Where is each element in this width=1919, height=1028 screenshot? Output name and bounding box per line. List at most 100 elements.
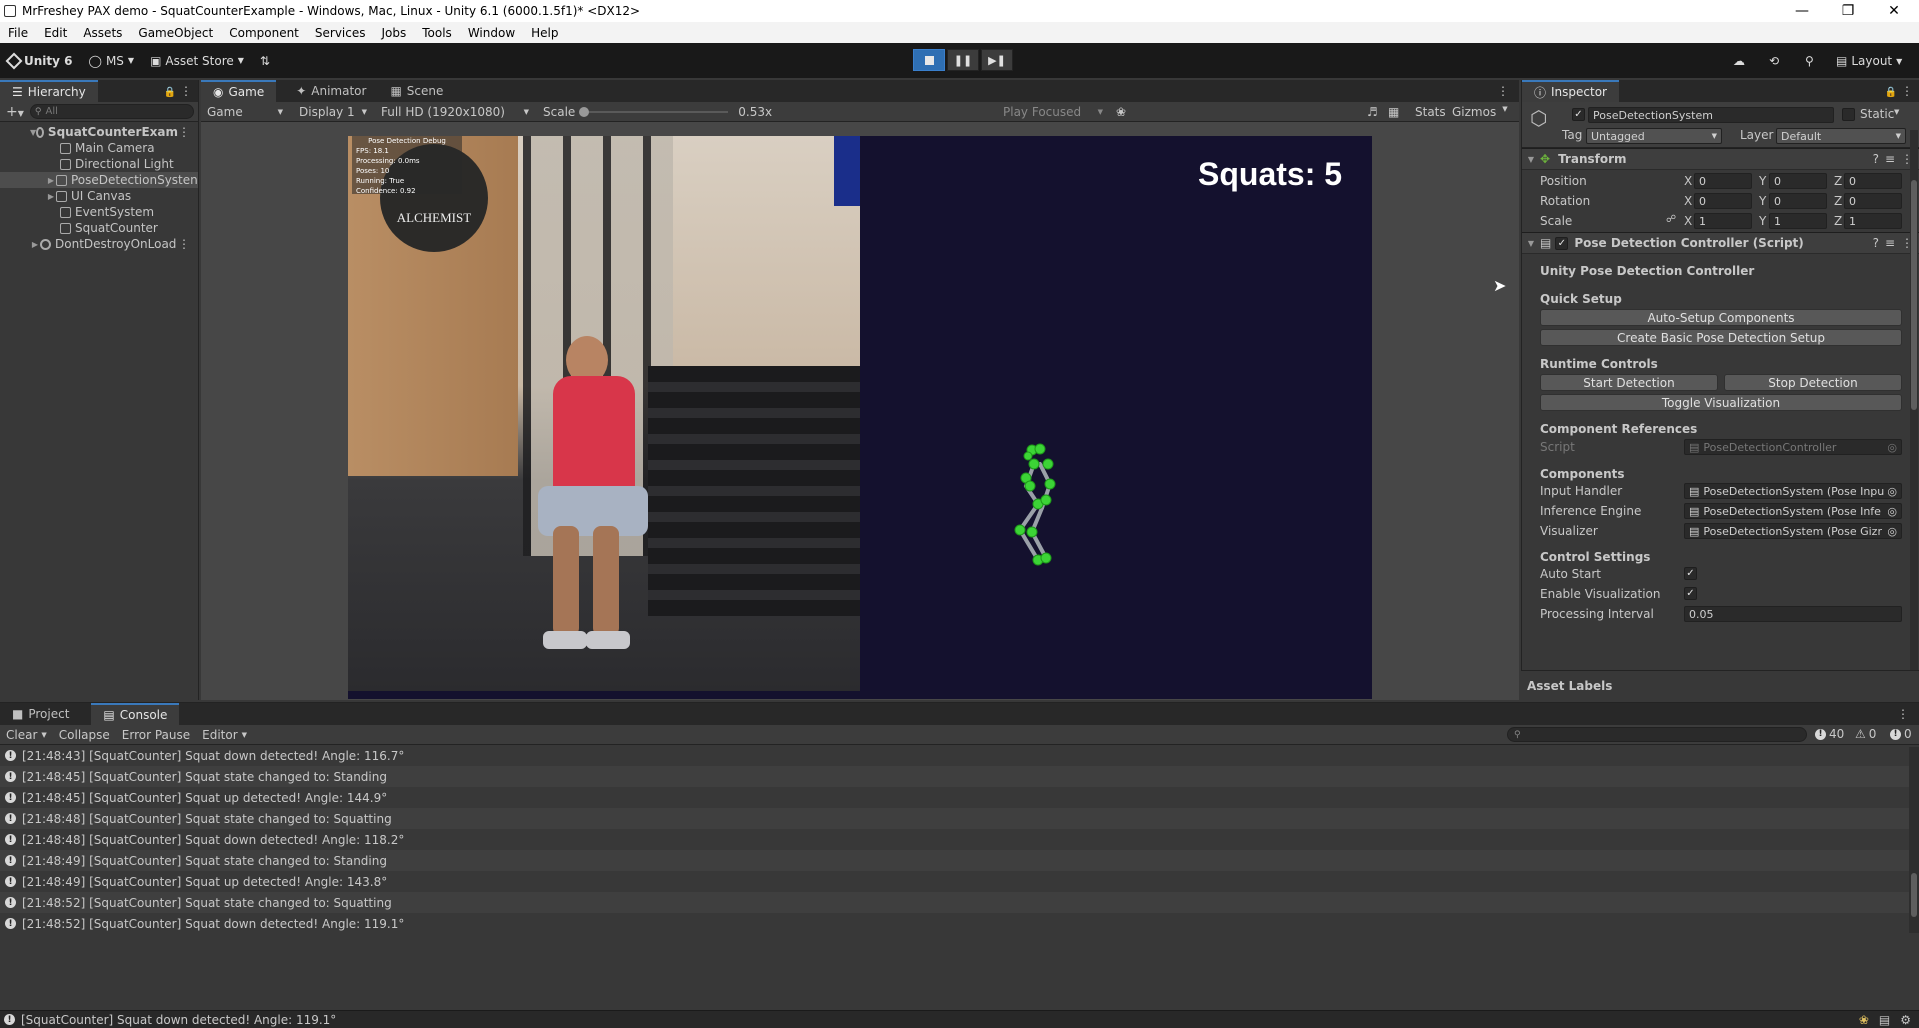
- preset-icon[interactable]: ≡: [1885, 152, 1895, 166]
- editor-dropdown[interactable]: Editor ▼: [196, 726, 253, 744]
- play-focus-dropdown[interactable]: Play Focused ▼: [997, 103, 1109, 121]
- tag-dropdown[interactable]: Untagged ▼: [1586, 128, 1722, 144]
- audio-mute-icon[interactable]: ♬: [1367, 105, 1378, 119]
- chevron-down-icon[interactable]: ▼: [1526, 239, 1536, 248]
- hierarchy-item-ui-canvas[interactable]: ▶ UI Canvas: [0, 188, 198, 204]
- kebab-menu-icon[interactable]: ⋮: [1497, 84, 1509, 98]
- log-entry[interactable]: ! [21:48:43] [SquatCounter] Squat down de…: [0, 745, 1919, 766]
- position-z-field[interactable]: 0: [1844, 173, 1902, 189]
- preset-icon[interactable]: ≡: [1885, 236, 1895, 250]
- menu-assets[interactable]: Assets: [75, 26, 130, 40]
- menu-services[interactable]: Services: [307, 26, 374, 40]
- scale-y-field[interactable]: 1: [1769, 213, 1827, 229]
- play-button[interactable]: [913, 49, 945, 71]
- collapse-toggle[interactable]: Collapse: [53, 726, 116, 744]
- menu-edit[interactable]: Edit: [36, 26, 75, 40]
- settings-icon[interactable]: ⚙: [1900, 1013, 1911, 1027]
- minimize-icon[interactable]: —: [1780, 0, 1824, 22]
- hierarchy-item-dontdestroy[interactable]: ▶ DontDestroyOnLoad ⋮: [0, 236, 198, 252]
- pause-button[interactable]: ❚❚: [947, 49, 979, 71]
- step-button[interactable]: ▶❚: [981, 49, 1013, 71]
- warning-count-toggle[interactable]: ⚠ 0: [1855, 727, 1876, 741]
- stats-toggle[interactable]: Stats: [1415, 105, 1446, 119]
- cloud-icon[interactable]: ☁: [1725, 49, 1753, 73]
- log-entry[interactable]: ! [21:48:45] [SquatCounter] Squat state c…: [0, 766, 1919, 787]
- object-name-field[interactable]: PoseDetectionSystem: [1588, 107, 1834, 123]
- chevron-down-icon[interactable]: ▼: [1894, 108, 1899, 116]
- position-x-field[interactable]: 0: [1694, 173, 1752, 189]
- account-dropdown[interactable]: ◯ MS ▼: [81, 49, 143, 73]
- visualizer-field[interactable]: ▤ PoseDetectionSystem (Pose Gizr ◎: [1684, 523, 1902, 539]
- tab-console[interactable]: ▤ Console: [91, 703, 180, 725]
- menu-component[interactable]: Component: [221, 26, 307, 40]
- log-entry[interactable]: ! [21:48:45] [SquatCounter] Squat up dete…: [0, 787, 1919, 808]
- aspect-icon[interactable]: ▦: [1388, 105, 1399, 119]
- tab-hierarchy[interactable]: ☰ Hierarchy: [0, 80, 98, 102]
- auto-start-checkbox[interactable]: ✓: [1684, 567, 1697, 580]
- menu-tools[interactable]: Tools: [414, 26, 460, 40]
- kebab-menu-icon[interactable]: ⋮: [1901, 84, 1913, 98]
- hierarchy-item-main-camera[interactable]: Main Camera: [0, 140, 198, 156]
- scale-x-field[interactable]: 1: [1694, 213, 1752, 229]
- scrollbar-thumb[interactable]: [1911, 180, 1917, 410]
- processing-interval-field[interactable]: 0.05: [1684, 606, 1902, 622]
- position-y-field[interactable]: 0: [1769, 173, 1827, 189]
- auto-setup-button[interactable]: Auto-Setup Components: [1540, 309, 1902, 326]
- target-icon[interactable]: ◎: [1887, 525, 1897, 538]
- tab-inspector[interactable]: ⓘ Inspector: [1522, 80, 1619, 102]
- chevron-down-icon[interactable]: ▼: [1526, 155, 1536, 164]
- hierarchy-item-event-system[interactable]: EventSystem: [0, 204, 198, 220]
- lock-icon[interactable]: 🔒: [164, 87, 176, 98]
- clear-dropdown[interactable]: Clear ▼: [0, 726, 53, 744]
- log-entry[interactable]: ! [21:48:52] [SquatCounter] Squat state c…: [0, 892, 1919, 913]
- chevron-right-icon[interactable]: ▶: [46, 176, 56, 185]
- maximize-icon[interactable]: ❐: [1826, 0, 1870, 22]
- console-scrollbar[interactable]: [1909, 747, 1919, 933]
- kebab-menu-icon[interactable]: ⋮: [180, 84, 192, 98]
- link-icon[interactable]: ☍: [1666, 214, 1676, 225]
- hierarchy-item-pose-detection[interactable]: ▶ PoseDetectionSysten: [0, 172, 198, 188]
- menu-jobs[interactable]: Jobs: [374, 26, 415, 40]
- console-search-input[interactable]: ⚲: [1507, 727, 1807, 742]
- chevron-right-icon[interactable]: ▶: [46, 192, 56, 201]
- scale-slider[interactable]: [579, 106, 729, 117]
- kebab-menu-icon[interactable]: ⋮: [1897, 707, 1909, 721]
- hierarchy-item-squat-counter[interactable]: SquatCounter: [0, 220, 198, 236]
- tab-project[interactable]: ■ Project: [0, 703, 81, 725]
- log-entry[interactable]: ! [21:48:48] [SquatCounter] Squat state c…: [0, 808, 1919, 829]
- scale-z-field[interactable]: 1: [1844, 213, 1902, 229]
- unity-menu-button[interactable]: Unity 6: [0, 49, 81, 73]
- create-basic-setup-button[interactable]: Create Basic Pose Detection Setup: [1540, 329, 1902, 346]
- hierarchy-item-scene[interactable]: ▼ SquatCounterExam ⋮: [0, 124, 198, 140]
- game-viewport[interactable]: ALCHEMIST Pose Detection Debug FPS: 18.1…: [348, 136, 1372, 699]
- asset-labels-bar[interactable]: Asset Labels: [1521, 670, 1919, 700]
- input-handler-field[interactable]: ▤ PoseDetectionSystem (Pose Inpu ◎: [1684, 483, 1902, 499]
- error-pause-toggle[interactable]: Error Pause: [116, 726, 196, 744]
- hierarchy-item-directional-light[interactable]: Directional Light: [0, 156, 198, 172]
- chevron-right-icon[interactable]: ▶: [30, 240, 40, 249]
- close-icon[interactable]: ✕: [1872, 0, 1916, 22]
- display-dropdown[interactable]: Display 1 ▼: [293, 103, 373, 121]
- bug-icon[interactable]: ❀: [1116, 105, 1126, 119]
- script-component-header[interactable]: ▼ ▤ ✓ Pose Detection Controller (Script)…: [1522, 232, 1919, 254]
- menu-gameobject[interactable]: GameObject: [130, 26, 221, 40]
- active-checkbox[interactable]: ✓: [1572, 108, 1585, 121]
- help-icon[interactable]: ?: [1873, 236, 1879, 250]
- layout-dropdown[interactable]: ▤ Layout ▼: [1828, 49, 1910, 73]
- lock-icon[interactable]: 🔒: [1885, 87, 1897, 98]
- tab-scene[interactable]: ▦ Scene: [378, 80, 455, 102]
- component-enabled-checkbox[interactable]: ✓: [1555, 236, 1569, 250]
- resolution-dropdown[interactable]: Full HD (1920x1080) ▼: [375, 103, 535, 121]
- network-icon[interactable]: ▤: [1879, 1013, 1890, 1027]
- menu-file[interactable]: File: [0, 26, 36, 40]
- search-input[interactable]: All: [45, 106, 57, 117]
- info-count-toggle[interactable]: ! 40: [1815, 727, 1844, 741]
- version-control-icon[interactable]: ⇅: [252, 49, 278, 73]
- menu-help[interactable]: Help: [523, 26, 566, 40]
- search-icon[interactable]: ⚲: [1797, 49, 1822, 73]
- rotation-y-field[interactable]: 0: [1769, 193, 1827, 209]
- stop-detection-button[interactable]: Stop Detection: [1724, 374, 1902, 391]
- rotation-z-field[interactable]: 0: [1844, 193, 1902, 209]
- error-count-toggle[interactable]: ! 0: [1890, 727, 1912, 741]
- game-view-dropdown[interactable]: Game ▼: [201, 103, 289, 121]
